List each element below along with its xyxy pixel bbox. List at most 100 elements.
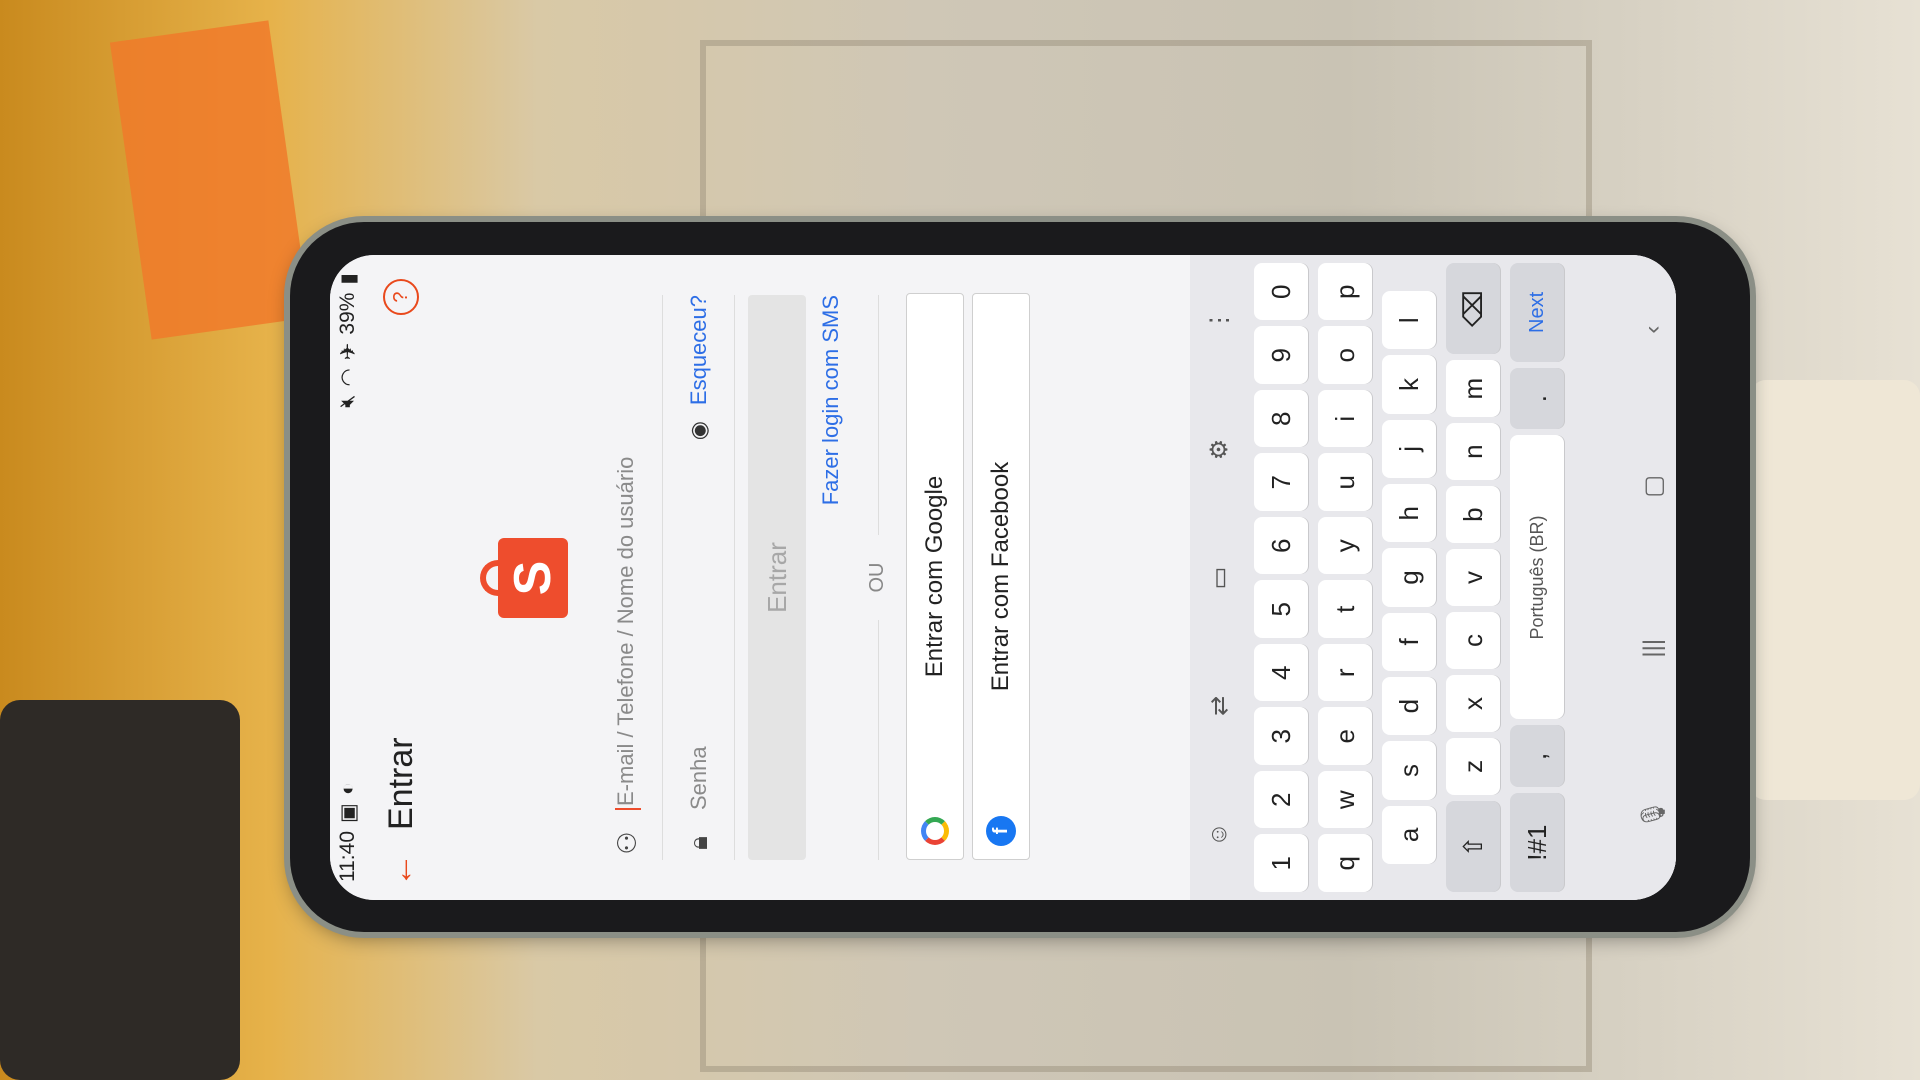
facebook-login-label: Entrar com Facebook xyxy=(987,461,1014,692)
text-cursor xyxy=(614,808,641,810)
emoji-icon[interactable]: ☺ xyxy=(1205,822,1233,847)
letter-key[interactable]: j xyxy=(1382,419,1436,479)
number-key[interactable]: 5 xyxy=(1254,580,1308,638)
google-icon xyxy=(921,817,949,845)
shopee-logo: S xyxy=(480,538,568,618)
logo-letter: S xyxy=(498,538,568,618)
page-title: Entrar xyxy=(381,737,420,830)
number-key[interactable]: 8 xyxy=(1254,390,1308,448)
letter-key[interactable]: f xyxy=(1382,612,1436,672)
letter-key[interactable]: m xyxy=(1446,360,1500,418)
home-icon[interactable]: ▢ xyxy=(1639,475,1668,498)
comma-key[interactable]: , xyxy=(1510,725,1564,788)
on-screen-keyboard: ☺ ⇄ ▭ ⚙ ⋮ 12 34 56 78 90 qwertyuiop asdfghjk… xyxy=(1190,255,1676,900)
number-key[interactable]: 6 xyxy=(1254,517,1308,575)
letter-key[interactable]: z xyxy=(1446,737,1500,795)
or-divider: OU xyxy=(866,295,889,860)
google-login-button[interactable]: Entrar com Google xyxy=(906,293,964,860)
username-field[interactable]: ⚇ E-mail / Telefone / Nome do usuário xyxy=(592,295,663,860)
background-frame xyxy=(700,40,1592,232)
clipboard-icon[interactable]: ▭ xyxy=(1205,567,1234,590)
letter-key[interactable]: b xyxy=(1446,486,1500,544)
letter-row-2: asdfghjkl xyxy=(1382,263,1436,892)
symbols-key[interactable]: !#1 xyxy=(1510,793,1564,892)
next-key[interactable]: Next xyxy=(1510,262,1564,362)
system-nav-bar: 🎙︎ ||| ▢ ‹ xyxy=(1630,255,1676,900)
number-key[interactable]: 2 xyxy=(1254,771,1308,829)
mute-icon: 🔇︎ xyxy=(336,394,359,408)
backspace-key[interactable]: ⌫ xyxy=(1446,263,1500,355)
number-key[interactable]: 9 xyxy=(1254,326,1308,384)
eye-icon[interactable]: ◉ xyxy=(686,421,712,440)
number-key[interactable]: 3 xyxy=(1254,707,1308,765)
lock-icon: 🔒︎ xyxy=(683,836,713,850)
letter-key[interactable]: u xyxy=(1318,453,1372,511)
letter-key[interactable]: e xyxy=(1318,707,1372,765)
app-header: ← Entrar ? xyxy=(366,255,436,900)
space-key[interactable]: Português (BR) xyxy=(1510,435,1564,720)
background-crate xyxy=(109,20,311,340)
user-icon: ⚇ xyxy=(611,831,642,855)
facebook-icon: f xyxy=(986,816,1016,846)
battery-icon: ▮ xyxy=(336,273,360,285)
forgot-password-link[interactable]: Esqueceu? xyxy=(686,295,712,405)
letter-key[interactable]: t xyxy=(1318,580,1372,638)
letter-key[interactable]: k xyxy=(1382,355,1436,414)
portrait-viewport: 11:40 ▣ ◐ 🔇︎ ◠ ✈ 39% ▮ ← Entrar ? S ⚇ E-… xyxy=(330,255,1676,900)
phone-screen: 11:40 ▣ ◐ 🔇︎ ◠ ✈ 39% ▮ ← Entrar ? S ⚇ E-… xyxy=(330,255,1676,900)
sync-icon: ◐ xyxy=(336,782,359,796)
letter-key[interactable]: d xyxy=(1382,677,1436,736)
letter-key[interactable]: r xyxy=(1318,644,1372,702)
letter-key[interactable]: w xyxy=(1318,771,1372,829)
letter-key[interactable]: p xyxy=(1318,263,1372,321)
letter-key[interactable]: i xyxy=(1318,390,1372,448)
number-key[interactable]: 4 xyxy=(1254,644,1308,702)
login-button[interactable]: Entrar xyxy=(748,295,806,860)
letter-row-3: ⇧ zxcvbnm ⌫ xyxy=(1446,263,1500,892)
letter-key[interactable]: g xyxy=(1382,548,1436,607)
mic-icon[interactable]: 🎙︎ xyxy=(1639,799,1668,829)
letter-key[interactable]: h xyxy=(1382,484,1436,543)
letter-key[interactable]: o xyxy=(1318,326,1372,384)
sms-login-link[interactable]: Fazer login com SMS xyxy=(818,295,844,860)
username-placeholder: E-mail / Telefone / Nome do usuário xyxy=(613,456,639,806)
letter-key[interactable]: v xyxy=(1446,549,1500,606)
back-nav-icon[interactable]: ‹ xyxy=(1639,326,1667,334)
login-page: 11:40 ▣ ◐ 🔇︎ ◠ ✈ 39% ▮ ← Entrar ? S ⚇ E-… xyxy=(330,255,1676,900)
google-login-label: Entrar com Google xyxy=(921,475,948,678)
status-bar: 11:40 ▣ ◐ 🔇︎ ◠ ✈ 39% ▮ xyxy=(330,255,366,900)
password-field[interactable]: 🔒︎ Senha ◉ Esqueceu? xyxy=(664,295,735,860)
period-key[interactable]: . xyxy=(1510,367,1564,430)
facebook-login-button[interactable]: f Entrar com Facebook xyxy=(972,293,1030,860)
battery-level: 39% xyxy=(336,292,359,335)
airplane-icon: ✈ xyxy=(336,342,360,361)
arrow-left-icon[interactable]: ← xyxy=(382,840,421,900)
bottom-key-row: !#1 , Português (BR) . Next xyxy=(1510,262,1564,892)
more-icon[interactable]: ⋮ xyxy=(1205,308,1234,332)
background-stand xyxy=(1750,380,1920,800)
number-key[interactable]: 1 xyxy=(1254,834,1308,892)
password-placeholder: Senha xyxy=(686,746,711,810)
shift-key[interactable]: ⇧ xyxy=(1446,800,1500,892)
letter-key[interactable]: l xyxy=(1382,291,1436,350)
notification-icon: ▣ xyxy=(336,803,360,823)
translate-icon[interactable]: ⇄ xyxy=(1205,696,1234,716)
letter-key[interactable]: y xyxy=(1318,517,1372,575)
background-object xyxy=(0,700,240,1080)
letter-key[interactable]: c xyxy=(1446,612,1500,669)
letter-key[interactable]: s xyxy=(1382,741,1436,800)
letter-key[interactable]: a xyxy=(1382,805,1436,864)
number-key[interactable]: 0 xyxy=(1254,263,1308,321)
keyboard-toolbar: ☺ ⇄ ▭ ⚙ ⋮ xyxy=(1190,255,1248,900)
letter-key[interactable]: q xyxy=(1318,834,1372,892)
recent-apps-icon[interactable]: ||| xyxy=(1639,639,1667,658)
number-key[interactable]: 7 xyxy=(1254,453,1308,511)
letter-row-1: qwertyuiop xyxy=(1318,263,1372,892)
letter-key[interactable]: n xyxy=(1446,423,1500,481)
wifi-icon: ◠ xyxy=(336,368,360,387)
letter-key[interactable]: x xyxy=(1446,674,1500,732)
number-row: 12 34 56 78 90 xyxy=(1254,263,1308,892)
clock: 11:40 xyxy=(336,831,359,882)
settings-icon[interactable]: ⚙ xyxy=(1205,439,1234,461)
question-circle-icon[interactable]: ? xyxy=(383,279,419,315)
